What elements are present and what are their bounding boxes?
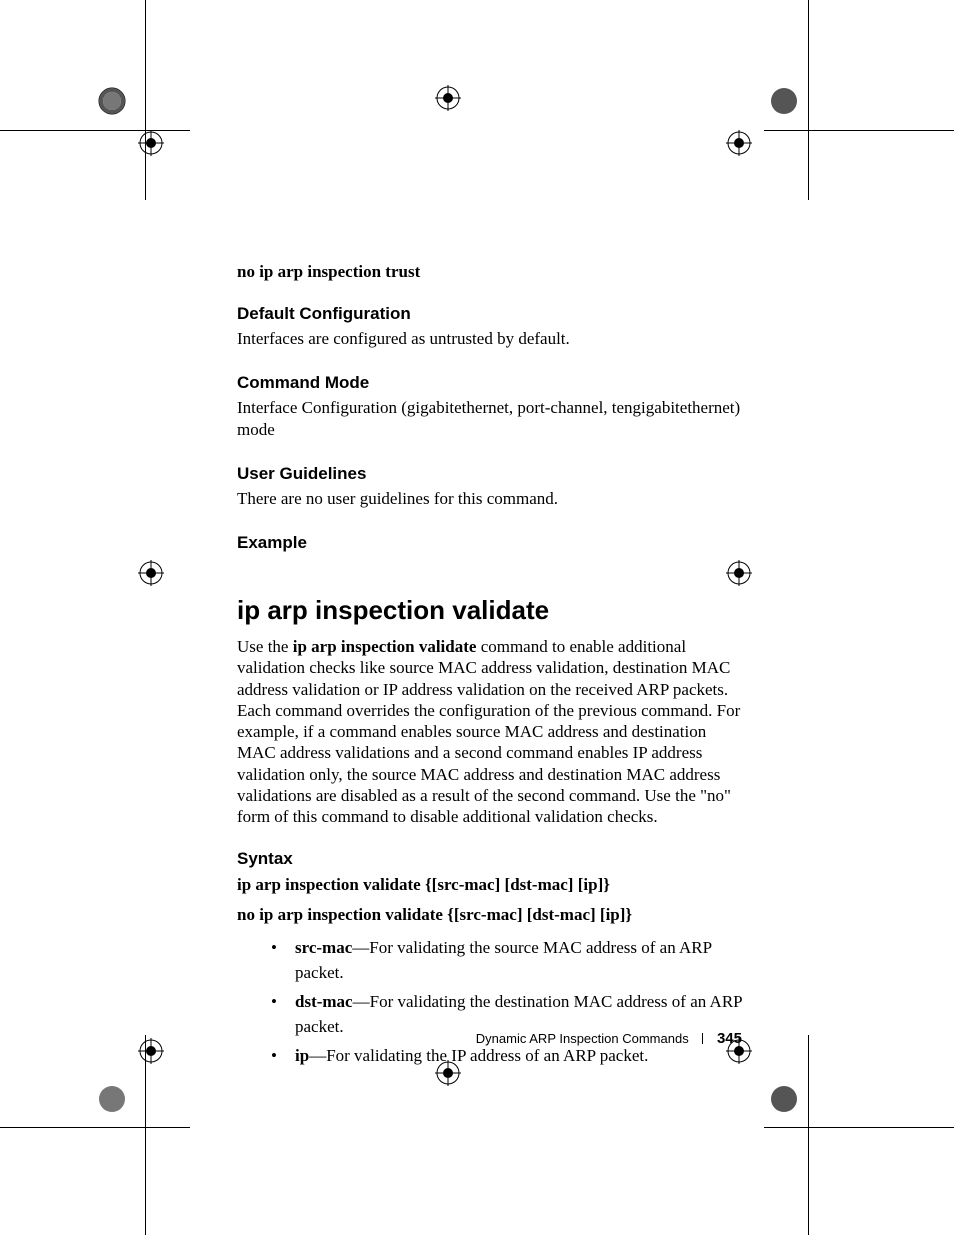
registration-mark-icon xyxy=(138,1038,228,1128)
syntax-text: ] [ xyxy=(517,905,533,924)
list-item: src-mac—For validating the source MAC ad… xyxy=(237,935,742,986)
bullet-list: src-mac—For validating the source MAC ad… xyxy=(237,935,742,1069)
syntax-text: ]} xyxy=(620,905,632,924)
footer-page-number: 345 xyxy=(717,1030,742,1047)
syntax-param: src-mac xyxy=(437,875,494,894)
page-content: no ip arp inspection trust Default Confi… xyxy=(237,262,742,1071)
para-bold: ip arp inspection validate xyxy=(293,637,477,656)
bullet-desc: —For validating the source MAC address o… xyxy=(295,938,711,983)
heading-user-guidelines: User Guidelines xyxy=(237,464,742,484)
syntax-line-1: ip arp inspection validate {[src-mac] [d… xyxy=(237,873,742,897)
registration-mark-icon xyxy=(726,130,816,220)
bullet-term: ip xyxy=(295,1046,309,1065)
heading-example: Example xyxy=(237,533,742,553)
registration-mark-icon xyxy=(435,1060,525,1150)
syntax-text: ] [ xyxy=(568,875,584,894)
page-footer: Dynamic ARP Inspection Commands 345 xyxy=(237,1030,742,1047)
command-description: Use the ip arp inspection validate comma… xyxy=(237,636,742,827)
registration-mark-icon xyxy=(435,85,525,175)
bullet-term: dst-mac xyxy=(295,992,353,1011)
syntax-param: src-mac xyxy=(460,905,517,924)
footer-separator-icon xyxy=(702,1033,703,1044)
syntax-text: ip arp inspection validate {[ xyxy=(237,875,437,894)
bullet-desc: —For validating the IP address of an ARP… xyxy=(309,1046,648,1065)
command-title: ip arp inspection validate xyxy=(237,595,742,626)
heading-syntax: Syntax xyxy=(237,849,742,869)
para-text: command to enable additional validation … xyxy=(237,637,740,826)
registration-mark-icon xyxy=(138,130,228,220)
syntax-text: ] [ xyxy=(590,905,606,924)
para-text: Use the xyxy=(237,637,293,656)
registration-mark-icon xyxy=(138,560,228,650)
syntax-param: ip xyxy=(606,905,620,924)
heading-command-mode: Command Mode xyxy=(237,373,742,393)
syntax-text: no ip arp inspection validate {[ xyxy=(237,905,460,924)
bullet-term: src-mac xyxy=(295,938,352,957)
page-root: no ip arp inspection trust Default Confi… xyxy=(0,0,954,1235)
syntax-param: ip xyxy=(583,875,597,894)
syntax-param: dst-mac xyxy=(532,905,590,924)
heading-default-configuration: Default Configuration xyxy=(237,304,742,324)
syntax-text: ]} xyxy=(598,875,610,894)
no-command-line: no ip arp inspection trust xyxy=(237,262,742,282)
text-command-mode: Interface Configuration (gigabitethernet… xyxy=(237,397,742,440)
syntax-param: dst-mac xyxy=(510,875,568,894)
syntax-line-2: no ip arp inspection validate {[src-mac]… xyxy=(237,903,742,927)
syntax-text: ] [ xyxy=(495,875,511,894)
text-default-configuration: Interfaces are configured as untrusted b… xyxy=(237,328,742,349)
text-user-guidelines: There are no user guidelines for this co… xyxy=(237,488,742,509)
footer-section-name: Dynamic ARP Inspection Commands xyxy=(476,1031,689,1046)
